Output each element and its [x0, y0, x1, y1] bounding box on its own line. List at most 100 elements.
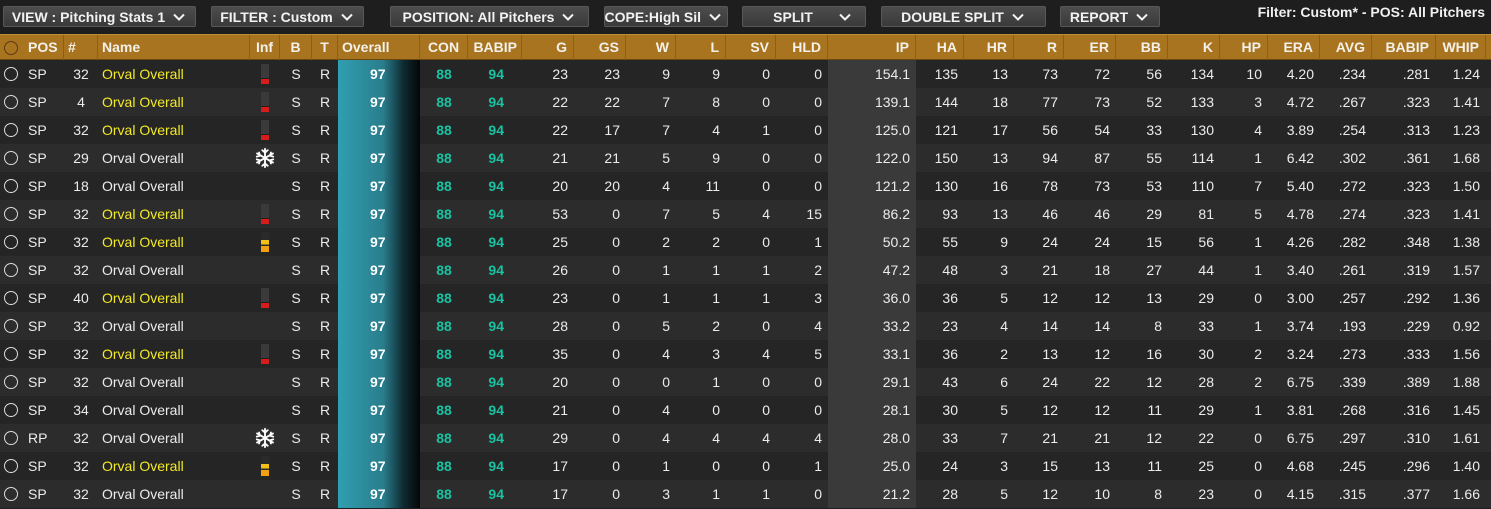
row-select-radio[interactable]	[4, 179, 18, 193]
cell-name[interactable]: Orval Overall	[98, 116, 250, 144]
cell-name[interactable]: Orval Overall	[98, 256, 250, 284]
row-select-radio[interactable]	[4, 431, 18, 445]
filter-dropdown[interactable]: FILTER : Custom	[211, 6, 364, 27]
column-header-ip[interactable]: IP	[828, 35, 916, 60]
cell-con: 88	[436, 206, 452, 222]
table-row[interactable]: SP 4 Orval Overall S R 97 88 94 22 22 7 8 0 0 139.1 144…	[0, 88, 1491, 116]
cell-hp: 7	[1254, 178, 1262, 194]
column-header-gs[interactable]: GS	[574, 35, 626, 60]
view-dropdown[interactable]: VIEW : Pitching Stats 1	[3, 6, 196, 27]
column-header-hp[interactable]: HP	[1220, 35, 1268, 60]
column-header-avg[interactable]: AVG	[1320, 35, 1372, 60]
table-row[interactable]: SP 32 Orval Overall S R 97 88 94 53 0 7 5 4 15 86.2 93 1…	[0, 200, 1491, 228]
cell-er: 46	[1094, 206, 1110, 222]
table-row[interactable]: SP 32 Orval Overall S R 97 88 94 35 0 4 3 4 5 33.1 36 2 1…	[0, 340, 1491, 368]
cell-avg: .272	[1338, 178, 1366, 194]
column-header-b[interactable]: B	[280, 35, 312, 60]
cell-hr: 4	[1000, 318, 1008, 334]
row-select-radio[interactable]	[4, 347, 18, 361]
cell-name[interactable]: Orval Overall	[98, 60, 250, 88]
table-row[interactable]: SP 32 Orval Overall S R 97 88 94 26 0 1 1 1 2 47.2 48 3 2…	[0, 256, 1491, 284]
row-select-radio[interactable]	[4, 263, 18, 277]
table-row[interactable]: SP 34 Orval Overall S R 97 88 94 21 0 4 0 0 0 28.1 30 5 1…	[0, 396, 1491, 424]
table-row[interactable]: SP 40 Orval Overall S R 97 88 94 23 0 1 1 1 3 36.0 36 5 1…	[0, 284, 1491, 312]
column-header-sv[interactable]: SV	[726, 35, 776, 60]
column-header-r[interactable]: R	[1014, 35, 1064, 60]
row-select-radio[interactable]	[4, 95, 18, 109]
table-row[interactable]: SP 32 Orval Overall S R 97 88 94 17 0 1 0 0 1 25.0 24 3 1…	[0, 452, 1491, 480]
cell-babip: .296	[1402, 458, 1430, 474]
column-header-l[interactable]: L	[676, 35, 726, 60]
cell-overall: 97	[338, 88, 420, 116]
cell-name[interactable]: Orval Overall	[98, 172, 250, 200]
double-split-dropdown[interactable]: DOUBLE SPLIT	[881, 6, 1046, 27]
row-select-radio[interactable]	[4, 151, 18, 165]
column-header-hld[interactable]: HLD	[776, 35, 828, 60]
column-header-babip[interactable]: BABIP	[1372, 35, 1436, 60]
row-select-radio[interactable]	[4, 319, 18, 333]
report-dropdown[interactable]: REPORT	[1060, 6, 1160, 27]
table-row[interactable]: RP 32 Orval Overall S R 97 88 94 29 0 4 4 4 4 28.0 33 7 2…	[0, 424, 1491, 452]
table-row[interactable]: SP 32 Orval Overall S R 97 88 94 22 17 7 4 1 0 125.0 12…	[0, 116, 1491, 144]
split-dropdown[interactable]: SPLIT	[742, 6, 866, 27]
table-row[interactable]: SP 18 Orval Overall S R 97 88 94 20 20 4 11 0 0 121.2 1…	[0, 172, 1491, 200]
cell-name[interactable]: Orval Overall	[98, 88, 250, 116]
select-all-radio[interactable]	[4, 41, 18, 55]
column-header-pos[interactable]: POS	[24, 35, 64, 60]
scope-dropdown[interactable]: SCOPE:High Sil	[604, 6, 728, 27]
table-row[interactable]: SP 32 Orval Overall S R 97 88 94 17 0 3 1 1 0 21.2 28 5 1…	[0, 480, 1491, 508]
cell-name[interactable]: Orval Overall	[98, 480, 250, 508]
cell-name[interactable]: Orval Overall	[98, 200, 250, 228]
column-header-whip[interactable]: WHIP	[1436, 35, 1486, 60]
row-select-radio[interactable]	[4, 375, 18, 389]
row-select-radio[interactable]	[4, 235, 18, 249]
table-row[interactable]: SP 32 Orval Overall S R 97 88 94 23 23 9 9 0 0 154.1 13…	[0, 60, 1491, 88]
cell-name[interactable]: Orval Overall	[98, 284, 250, 312]
column-header-num[interactable]: #	[64, 35, 98, 60]
row-select-radio[interactable]	[4, 291, 18, 305]
cell-whip: 1.23	[1452, 122, 1480, 138]
row-select-radio[interactable]	[4, 123, 18, 137]
column-header-overall[interactable]: Overall	[338, 35, 420, 60]
table-row[interactable]: SP 29 Orval Overall S R 97 88 94 21 21 5 9 0 0 122.0 15…	[0, 144, 1491, 172]
column-header-er[interactable]: ER	[1064, 35, 1116, 60]
column-header-t[interactable]: T	[312, 35, 338, 60]
column-header-inf[interactable]: Inf	[250, 35, 280, 60]
table-row[interactable]: SP 32 Orval Overall S R 97 88 94 25 0 2 2 0 1 50.2 55 9 2…	[0, 228, 1491, 256]
column-header-hr[interactable]: HR	[964, 35, 1014, 60]
column-header-bb[interactable]: BB	[1116, 35, 1168, 60]
row-select-radio[interactable]	[4, 67, 18, 81]
chevron-down-icon	[709, 13, 721, 21]
cell-name[interactable]: Orval Overall	[98, 424, 250, 452]
cell-w: 5	[662, 318, 670, 334]
column-header-w[interactable]: W	[626, 35, 676, 60]
cell-w: 4	[662, 430, 670, 446]
column-header-ha[interactable]: HA	[916, 35, 964, 60]
column-header-babip[interactable]: BABIP	[468, 35, 522, 60]
row-select-radio[interactable]	[4, 403, 18, 417]
cell-name[interactable]: Orval Overall	[98, 396, 250, 424]
cell-name[interactable]: Orval Overall	[98, 368, 250, 396]
table-row[interactable]: SP 32 Orval Overall S R 97 88 94 20 0 0 1 0 0 29.1 43 6 2…	[0, 368, 1491, 396]
column-header-k[interactable]: K	[1168, 35, 1220, 60]
cell-name[interactable]: Orval Overall	[98, 312, 250, 340]
cell-hld: 0	[814, 66, 822, 82]
row-select-radio[interactable]	[4, 207, 18, 221]
table-row[interactable]: SP 32 Orval Overall S R 97 88 94 28 0 5 2 0 4 33.2 23 4 1…	[0, 312, 1491, 340]
position-dropdown[interactable]: POSITION: All Pitchers	[390, 6, 589, 27]
cell-ha: 28	[942, 486, 958, 502]
cell-t: R	[319, 150, 331, 166]
row-select-radio[interactable]	[4, 487, 18, 501]
cell-name[interactable]: Orval Overall	[98, 340, 250, 368]
row-select-radio[interactable]	[4, 459, 18, 473]
cell-name[interactable]: Orval Overall	[98, 228, 250, 256]
column-header-name[interactable]: Name	[98, 35, 250, 60]
cell-hp: 3	[1254, 94, 1262, 110]
column-header-con[interactable]: CON	[420, 35, 468, 60]
cell-b: S	[291, 178, 301, 194]
cell-name[interactable]: Orval Overall	[98, 144, 250, 172]
cell-ha: 130	[934, 178, 958, 194]
column-header-g[interactable]: G	[522, 35, 574, 60]
cell-name[interactable]: Orval Overall	[98, 452, 250, 480]
column-header-era[interactable]: ERA	[1268, 35, 1320, 60]
